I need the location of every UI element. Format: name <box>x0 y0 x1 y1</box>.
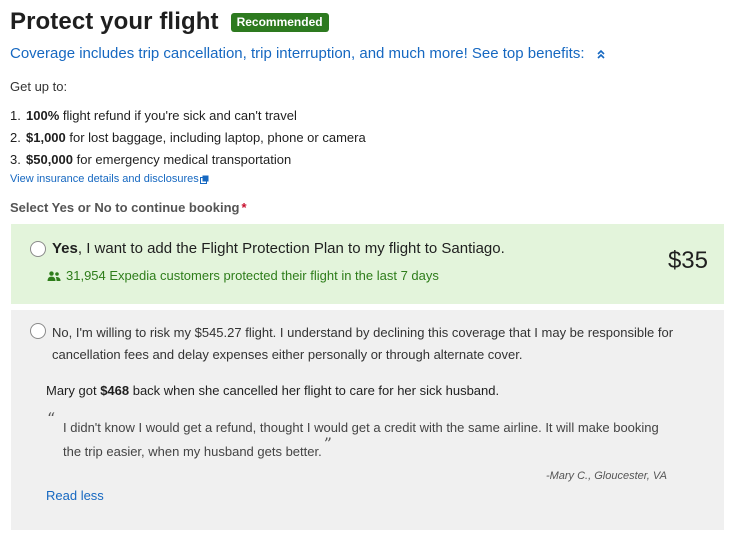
insurance-details-link[interactable]: View insurance details and disclosures <box>10 173 209 185</box>
option-yes[interactable]: Yes, I want to add the Flight Protection… <box>11 224 724 304</box>
page-title: Protect your flight <box>10 8 219 35</box>
benefit-item: 2. $1,000 for lost baggage, including lap… <box>10 130 366 145</box>
testimonial-attribution: -Mary C., Gloucester, VA <box>545 470 667 482</box>
yes-option-label[interactable]: Yes, I want to add the Flight Protection… <box>52 240 505 257</box>
plan-price: $35 <box>667 247 708 274</box>
coverage-benefits-toggle[interactable]: Coverage includes trip cancellation, tri… <box>10 45 606 62</box>
no-option-label[interactable]: No, I'm willing to risk my $545.27 fligh… <box>52 322 702 366</box>
testimonial-story: Mary got $468 back when she cancelled he… <box>46 383 500 398</box>
get-up-to-label: Get up to: <box>10 79 68 94</box>
open-quote-icon: “ <box>47 409 56 428</box>
testimonial-quote: I didn't know I would get a refund, thou… <box>63 420 659 459</box>
read-less-link[interactable]: Read less <box>46 488 104 503</box>
yes-radio-button[interactable] <box>30 241 46 257</box>
benefit-amount: 100% <box>26 108 60 123</box>
benefit-text: flight refund if you're sick and can't t… <box>59 108 297 123</box>
benefit-amount: $1,000 <box>26 130 66 145</box>
users-icon <box>47 270 61 281</box>
no-radio-button[interactable] <box>30 323 46 339</box>
benefits-list: 1. 100% flight refund if you're sick and … <box>10 108 366 174</box>
external-link-icon <box>199 175 209 184</box>
benefit-item: 3. $50,000 for emergency medical transpor… <box>10 152 292 167</box>
social-proof: 31,954 Expedia customers protected their… <box>47 268 439 283</box>
benefit-amount: $50,000 <box>26 152 73 167</box>
insurance-details-text[interactable]: View insurance details and disclosures <box>10 173 199 185</box>
select-prompt: Select Yes or No to continue booking * <box>10 200 247 215</box>
header: Protect your flight Recommended <box>10 8 329 36</box>
benefit-text: for emergency medical transportation <box>73 152 292 167</box>
recommended-badge: Recommended <box>230 12 329 32</box>
coverage-text[interactable]: Coverage includes trip cancellation, tri… <box>10 45 584 62</box>
benefit-item: 1. 100% flight refund if you're sick and … <box>10 108 297 123</box>
benefit-text: for lost baggage, including laptop, phon… <box>65 130 366 145</box>
close-quote-icon: ” <box>323 434 332 453</box>
chevron-up-icon[interactable] <box>596 49 606 59</box>
required-asterisk: * <box>241 200 247 215</box>
option-no[interactable]: No, I'm willing to risk my $545.27 fligh… <box>11 310 724 530</box>
